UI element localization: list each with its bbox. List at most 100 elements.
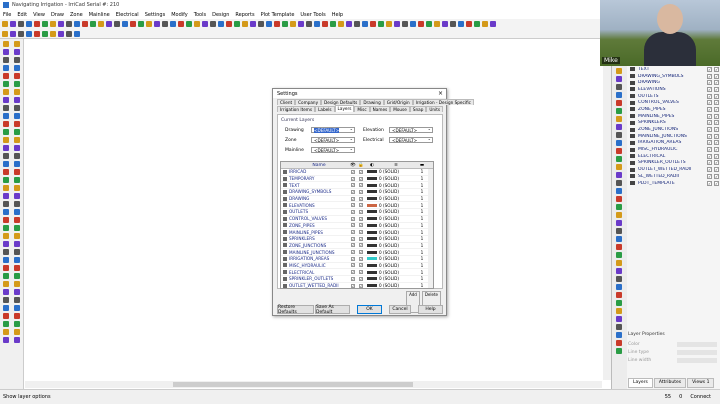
tool-icon[interactable] [14, 329, 20, 335]
menu-zone[interactable]: Zone [70, 12, 83, 18]
layer-linetype[interactable]: 0 (SOLID) [379, 270, 413, 275]
menu-tools[interactable]: Tools [194, 12, 206, 18]
lock-checkbox[interactable]: ✓ [359, 250, 363, 255]
save-as-default-button[interactable]: Save As Default [315, 305, 350, 315]
visible-checkbox[interactable]: ✓ [707, 140, 712, 146]
lock-checkbox[interactable]: ✓ [714, 133, 719, 139]
tool-icon[interactable] [442, 21, 448, 27]
table-row[interactable]: MISC_HYDRAULIC ✓ ✓ 0 (SOLID) 1 [281, 263, 433, 270]
visible-checkbox[interactable]: ✓ [707, 73, 712, 79]
tool-icon[interactable] [74, 21, 80, 27]
tool-icon[interactable] [14, 313, 20, 319]
lock-checkbox[interactable]: ✓ [359, 283, 363, 288]
color-column-icon[interactable]: ◐ [365, 163, 379, 168]
lock-checkbox[interactable]: ✓ [714, 173, 719, 179]
tool-icon[interactable] [434, 21, 440, 27]
lock-checkbox[interactable]: ✓ [714, 113, 719, 119]
tool-icon[interactable] [218, 21, 224, 27]
tool-icon[interactable] [3, 233, 9, 239]
tool-icon[interactable] [370, 21, 376, 27]
tool-icon[interactable] [178, 21, 184, 27]
tool-icon[interactable] [14, 257, 20, 263]
tool-icon[interactable] [3, 89, 9, 95]
prop-linewidth-field[interactable] [677, 357, 717, 363]
layer-linetype[interactable]: 0 (SOLID) [379, 209, 413, 214]
tool-icon[interactable] [616, 156, 622, 162]
list-item[interactable]: DRAWING ✓ ✓ [628, 79, 720, 86]
table-row[interactable]: MAINLINE_PIPES ✓ ✓ 0 (SOLID) 1 [281, 229, 433, 236]
visible-checkbox[interactable]: ✓ [351, 283, 355, 288]
lock-checkbox[interactable]: ✓ [714, 140, 719, 146]
visible-checkbox[interactable]: ✓ [707, 173, 712, 179]
tool-icon[interactable] [14, 97, 20, 103]
tool-icon[interactable] [34, 21, 40, 27]
layer-color-swatch[interactable] [367, 217, 377, 221]
tool-icon[interactable] [122, 21, 128, 27]
lock-checkbox[interactable]: ✓ [714, 73, 719, 79]
tool-icon[interactable] [338, 21, 344, 27]
layer-linetype[interactable]: 0 (SOLID) [379, 243, 413, 248]
list-item[interactable]: SPRINKLER_OUTLETS ✓ ✓ [628, 160, 720, 167]
tool-icon[interactable] [466, 21, 472, 27]
layer-linetype[interactable]: 0 (SOLID) [379, 176, 413, 181]
menu-reports[interactable]: Reports [235, 12, 254, 18]
visible-checkbox[interactable]: ✓ [707, 66, 712, 72]
list-item[interactable]: IRRIGATION_AREAS ✓ ✓ [628, 140, 720, 147]
tool-icon[interactable] [14, 217, 20, 223]
layer-linetype[interactable]: 0 (SOLID) [379, 250, 413, 255]
tool-icon[interactable] [14, 89, 20, 95]
menu-settings[interactable]: Settings [145, 12, 166, 18]
tool-icon[interactable] [3, 41, 9, 47]
tool-icon[interactable] [616, 132, 622, 138]
tool-icon[interactable] [242, 21, 248, 27]
visible-checkbox[interactable]: ✓ [707, 93, 712, 99]
lock-checkbox[interactable]: ✓ [359, 256, 363, 261]
menu-mainline[interactable]: Mainline [89, 12, 110, 18]
lock-column-icon[interactable]: 🔒 [357, 163, 365, 168]
tool-icon[interactable] [426, 21, 432, 27]
lock-checkbox[interactable]: ✓ [359, 196, 363, 201]
prop-linetype-field[interactable] [677, 349, 717, 355]
lock-checkbox[interactable]: ✓ [359, 230, 363, 235]
tool-icon[interactable] [616, 84, 622, 90]
tool-icon[interactable] [10, 31, 16, 37]
layer-color-swatch[interactable] [367, 177, 377, 181]
tool-icon[interactable] [14, 297, 20, 303]
visible-checkbox[interactable]: ✓ [351, 216, 355, 221]
column-name[interactable]: Name [289, 163, 349, 168]
layer-linetype[interactable]: 0 (SOLID) [379, 183, 413, 188]
tool-icon[interactable] [394, 21, 400, 27]
tab-company[interactable]: Company [295, 99, 322, 105]
tool-icon[interactable] [616, 268, 622, 274]
tool-icon[interactable] [14, 169, 20, 175]
tool-icon[interactable] [616, 172, 622, 178]
table-row[interactable]: SPRINKLERS ✓ ✓ 0 (SOLID) 1 [281, 236, 433, 243]
lock-checkbox[interactable]: ✓ [359, 203, 363, 208]
menu-draw[interactable]: Draw [51, 12, 64, 18]
electrical-layer-select[interactable]: <DEFAULT> [389, 136, 433, 143]
tool-icon[interactable] [616, 260, 622, 266]
tab-labels[interactable]: Labels [315, 106, 335, 112]
tool-icon[interactable] [14, 281, 20, 287]
tool-icon[interactable] [616, 124, 622, 130]
list-item[interactable]: PLOT_TEMPLATE ✓ ✓ [628, 180, 720, 187]
layer-color-swatch[interactable] [367, 277, 377, 281]
visible-checkbox[interactable]: ✓ [351, 230, 355, 235]
table-row[interactable]: ELEVATIONS ✓ ✓ 0 (SOLID) 1 [281, 202, 433, 210]
tool-icon[interactable] [14, 161, 20, 167]
prop-color-field[interactable] [677, 341, 717, 347]
tool-icon[interactable] [162, 21, 168, 27]
tab-grid-origin[interactable]: Grid/Origin [383, 99, 413, 105]
lock-checkbox[interactable]: ✓ [359, 189, 363, 194]
lock-checkbox[interactable]: ✓ [359, 223, 363, 228]
tool-icon[interactable] [616, 220, 622, 226]
tool-icon[interactable] [226, 21, 232, 27]
lock-checkbox[interactable]: ✓ [359, 236, 363, 241]
menu-help[interactable]: Help [332, 12, 343, 18]
tab-irrigation-design-specific[interactable]: Irrigation - Design Specific [412, 99, 474, 105]
tool-icon[interactable] [450, 21, 456, 27]
tool-icon[interactable] [3, 57, 9, 63]
tool-icon[interactable] [3, 225, 9, 231]
tool-icon[interactable] [14, 337, 20, 343]
tab-layers[interactable]: Layers [334, 105, 355, 112]
